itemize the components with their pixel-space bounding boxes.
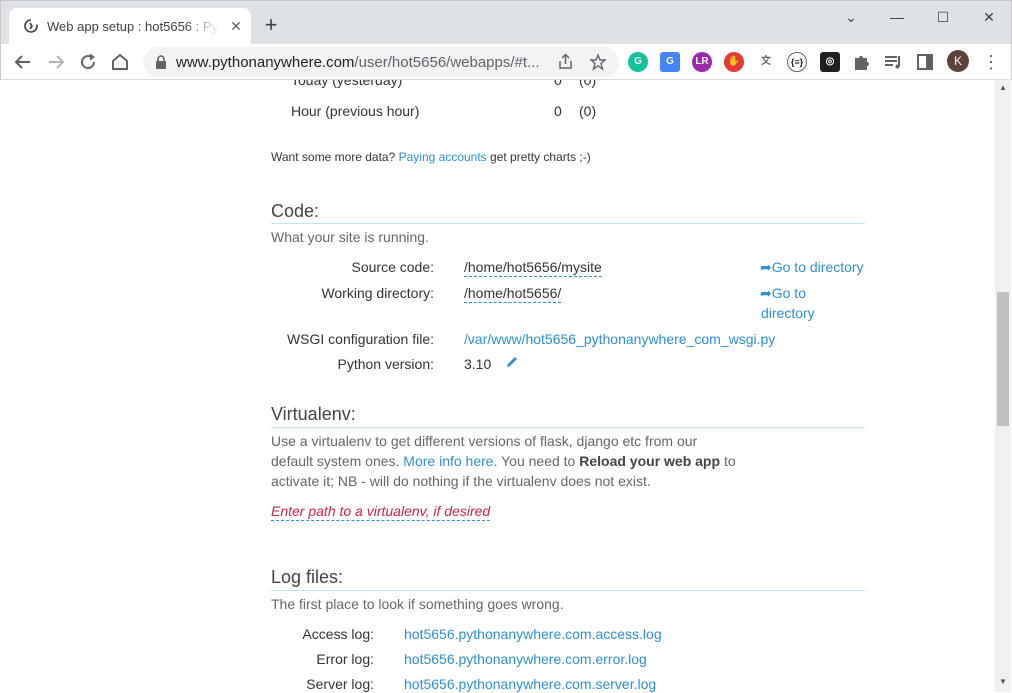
source-code-label: Source code:: [351, 259, 435, 275]
browser-tab-active[interactable]: Web app setup : hot5656 : PythonAnywhere…: [9, 8, 251, 45]
virtualenv-line-2: default system ones. More info here. You…: [271, 453, 736, 469]
share-icon[interactable]: [557, 53, 575, 71]
forward-arrow-icon[interactable]: [44, 50, 68, 74]
source-go-to-directory-link[interactable]: ➦Go to directory: [760, 259, 864, 276]
traffic-hour-prev: (0): [579, 103, 597, 119]
json-viewer-extension-icon[interactable]: {≡}: [787, 52, 807, 72]
grammarly-extension-icon[interactable]: G: [628, 52, 648, 72]
page-scrollbar[interactable]: ▲ ▼: [995, 80, 1011, 692]
extensions-puzzle-icon[interactable]: [849, 50, 873, 74]
tab-close-icon[interactable]: ✕: [229, 19, 243, 33]
openai-extension-icon[interactable]: ◎: [820, 52, 840, 72]
tab-search-icon[interactable]: ⌄: [839, 7, 863, 27]
url-path: /user/hot5656/webapps/#t...: [354, 54, 540, 71]
scrollbar-thumb[interactable]: [997, 292, 1009, 426]
virtualenv-line-2a: default system ones.: [271, 453, 400, 469]
python-version-label: Python version:: [337, 356, 435, 372]
page-viewport: Today (yesterday) 0 (0) Hour (previous h…: [1, 80, 995, 692]
url-host: www.pythonanywhere.com: [176, 54, 355, 71]
traffic-today-prev: (0): [579, 80, 597, 88]
more-data-prefix: Want some more data?: [271, 150, 396, 164]
browser-toolbar: www.pythonanywhere.com/user/hot5656/weba…: [0, 44, 1012, 80]
virtualenv-path-input[interactable]: Enter path to a virtualenv, if desired: [271, 503, 491, 521]
more-data-text: Want some more data? Paying accounts get…: [271, 150, 591, 164]
browser-menu-icon[interactable]: ⋮: [981, 50, 1001, 74]
source-go-to-directory-label: Go to directory: [771, 259, 864, 275]
close-window-button[interactable]: ✕: [977, 7, 1001, 27]
scroll-down-arrow-icon[interactable]: ▼: [999, 678, 1007, 686]
code-section-divider: [271, 223, 865, 224]
reading-list-icon[interactable]: [881, 50, 905, 74]
wsgi-config-link[interactable]: /var/www/hot5656_pythonanywhere_com_wsgi…: [464, 331, 775, 347]
code-section-subtitle: What your site is running.: [271, 229, 429, 245]
virtualenv-line-2b: . You need to: [493, 453, 576, 469]
share-arrow-icon: ➦: [760, 285, 772, 301]
python-version-value: 3.10: [464, 356, 492, 372]
side-panel-icon[interactable]: [913, 50, 937, 74]
adblock-extension-icon[interactable]: ✋: [724, 52, 744, 72]
virtualenv-line-1: Use a virtualenv to get different versio…: [271, 433, 698, 449]
share-arrow-icon: ➦: [760, 259, 772, 275]
lock-icon[interactable]: [155, 55, 167, 69]
virtualenv-line-2c: to: [723, 453, 736, 469]
virtualenv-section-divider: [271, 427, 865, 428]
virtualenv-section-title: Virtualenv:: [271, 404, 356, 424]
pythonanywhere-favicon-icon: [24, 19, 38, 33]
access-log-link[interactable]: hot5656.pythonanywhere.com.access.log: [404, 626, 662, 642]
ime-extension-icon[interactable]: 文: [756, 52, 776, 72]
back-arrow-icon[interactable]: [11, 50, 35, 74]
maximize-window-button[interactable]: ☐: [931, 7, 955, 27]
workdir-go-to-label-1: Go to: [771, 285, 806, 301]
virtualenv-line-3: activate it; NB - will do nothing if the…: [271, 473, 651, 489]
more-data-suffix: get pretty charts ;-): [490, 150, 591, 164]
server-log-link[interactable]: hot5656.pythonanywhere.com.server.log: [404, 676, 656, 692]
traffic-hour-label: Hour (previous hour): [291, 103, 420, 119]
working-directory-label: Working directory:: [321, 285, 434, 301]
paying-accounts-link[interactable]: Paying accounts: [399, 150, 487, 164]
tab-title: Web app setup : hot5656 : PythonAnywhere: [47, 19, 219, 34]
address-bar[interactable]: www.pythonanywhere.com/user/hot5656/weba…: [143, 47, 619, 77]
log-files-subtitle: The first place to look if something goe…: [271, 596, 564, 612]
log-files-section-title: Log files:: [271, 567, 344, 587]
traffic-today-value: 0: [554, 80, 562, 88]
home-icon[interactable]: [108, 50, 132, 74]
url-text[interactable]: www.pythonanywhere.com/user/hot5656/weba…: [176, 54, 556, 71]
reload-web-app-bold: Reload your web app: [579, 453, 721, 469]
source-code-value[interactable]: /home/hot5656/mysite: [464, 259, 602, 277]
edit-pencil-icon[interactable]: [504, 354, 520, 370]
more-info-link[interactable]: More info here: [403, 453, 493, 469]
error-log-link[interactable]: hot5656.pythonanywhere.com.error.log: [404, 651, 647, 667]
working-directory-value[interactable]: /home/hot5656/: [464, 285, 562, 303]
access-log-label: Access log:: [302, 626, 374, 642]
reload-icon[interactable]: [76, 50, 100, 74]
new-tab-button[interactable]: +: [261, 14, 281, 36]
traffic-hour-value: 0: [554, 103, 562, 119]
log-files-section-divider: [271, 590, 865, 591]
wsgi-config-label: WSGI configuration file:: [286, 331, 434, 347]
server-log-label: Server log:: [306, 676, 374, 692]
minimize-window-button[interactable]: —: [885, 7, 909, 27]
scroll-up-arrow-icon[interactable]: ▲: [999, 84, 1007, 92]
bookmark-star-icon[interactable]: [589, 53, 607, 71]
workdir-go-to-directory-link[interactable]: ➦Go to: [760, 285, 806, 302]
tab-strip: Web app setup : hot5656 : PythonAnywhere…: [0, 0, 1012, 45]
profile-avatar[interactable]: K: [947, 50, 969, 72]
workdir-go-to-directory-link-line2[interactable]: directory: [761, 305, 815, 321]
translate-extension-icon[interactable]: G: [660, 52, 680, 72]
traffic-today-label: Today (yesterday): [291, 80, 403, 88]
error-log-label: Error log:: [316, 651, 374, 667]
language-reactor-extension-icon[interactable]: LR: [692, 52, 712, 72]
code-section-title: Code:: [271, 201, 320, 221]
